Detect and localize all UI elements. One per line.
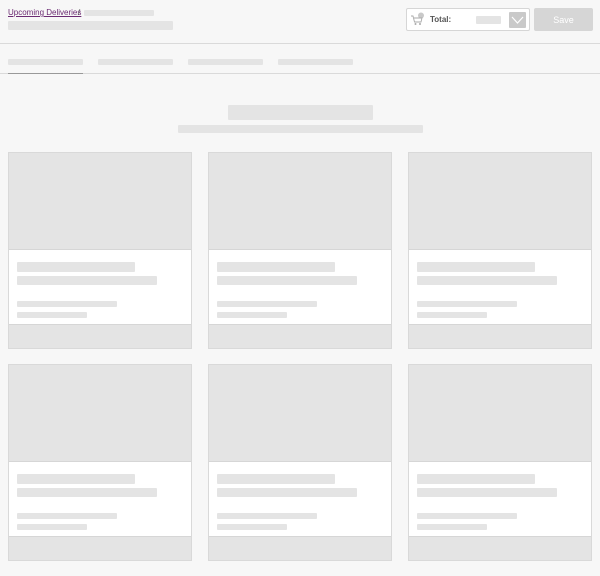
page-title-placeholder xyxy=(8,21,173,30)
card-footer-placeholder xyxy=(409,536,591,560)
card-footer-placeholder xyxy=(409,324,591,348)
tab-label-placeholder xyxy=(278,59,353,65)
cart-total-box: Total: xyxy=(406,8,530,31)
card-detail-placeholder xyxy=(417,301,517,307)
card-image-placeholder xyxy=(9,153,191,250)
card-image-placeholder xyxy=(409,365,591,462)
card-footer-placeholder xyxy=(9,536,191,560)
tab-label-placeholder xyxy=(188,59,263,65)
card-detail-placeholder xyxy=(17,524,87,530)
page-header: Upcoming Deliveries / Total: Save xyxy=(0,0,600,44)
tab-label-placeholder xyxy=(8,59,83,65)
card-subtitle-placeholder xyxy=(17,488,157,497)
card-title-placeholder xyxy=(17,474,135,484)
card-footer-placeholder xyxy=(209,536,391,560)
card-image-placeholder xyxy=(9,365,191,462)
card-footer-placeholder xyxy=(209,324,391,348)
card-detail-placeholder xyxy=(17,513,117,519)
card-detail-placeholder xyxy=(17,301,117,307)
card-image-placeholder xyxy=(409,153,591,250)
card-footer-placeholder xyxy=(9,324,191,348)
product-card[interactable] xyxy=(8,152,192,349)
tab-1[interactable] xyxy=(8,44,83,74)
tab-2[interactable] xyxy=(98,44,173,74)
card-detail-placeholder xyxy=(217,301,317,307)
product-card[interactable] xyxy=(208,364,392,561)
card-subtitle-placeholder xyxy=(417,488,557,497)
card-detail-placeholder xyxy=(217,312,287,318)
card-detail-placeholder xyxy=(217,513,317,519)
tab-label-placeholder xyxy=(98,59,173,65)
product-card[interactable] xyxy=(408,152,592,349)
total-label: Total: xyxy=(430,15,452,24)
tab-3[interactable] xyxy=(188,44,263,74)
card-subtitle-placeholder xyxy=(217,276,357,285)
card-title-placeholder xyxy=(217,474,335,484)
cart-icon[interactable] xyxy=(410,12,425,27)
card-title-placeholder xyxy=(417,474,535,484)
card-title-placeholder xyxy=(417,262,535,272)
total-amount-placeholder xyxy=(476,16,501,24)
card-image-placeholder xyxy=(209,365,391,462)
card-detail-placeholder xyxy=(417,513,517,519)
breadcrumb-current-placeholder xyxy=(84,10,154,16)
total-dropdown-button[interactable] xyxy=(509,12,526,28)
card-title-placeholder xyxy=(17,262,135,272)
card-image-placeholder xyxy=(209,153,391,250)
product-card[interactable] xyxy=(208,152,392,349)
card-title-placeholder xyxy=(217,262,335,272)
card-detail-placeholder xyxy=(417,312,487,318)
breadcrumb-separator: / xyxy=(78,8,81,17)
card-subtitle-placeholder xyxy=(17,276,157,285)
card-detail-placeholder xyxy=(217,524,287,530)
save-button[interactable]: Save xyxy=(534,8,593,31)
product-card[interactable] xyxy=(408,364,592,561)
card-subtitle-placeholder xyxy=(217,488,357,497)
tab-4[interactable] xyxy=(278,44,353,74)
section-subtitle-placeholder xyxy=(178,125,423,133)
card-detail-placeholder xyxy=(17,312,87,318)
tab-bar xyxy=(0,44,600,74)
product-card[interactable] xyxy=(8,364,192,561)
breadcrumb-upcoming-deliveries-link[interactable]: Upcoming Deliveries xyxy=(8,8,81,17)
card-subtitle-placeholder xyxy=(417,276,557,285)
section-title-placeholder xyxy=(228,105,373,120)
card-detail-placeholder xyxy=(417,524,487,530)
